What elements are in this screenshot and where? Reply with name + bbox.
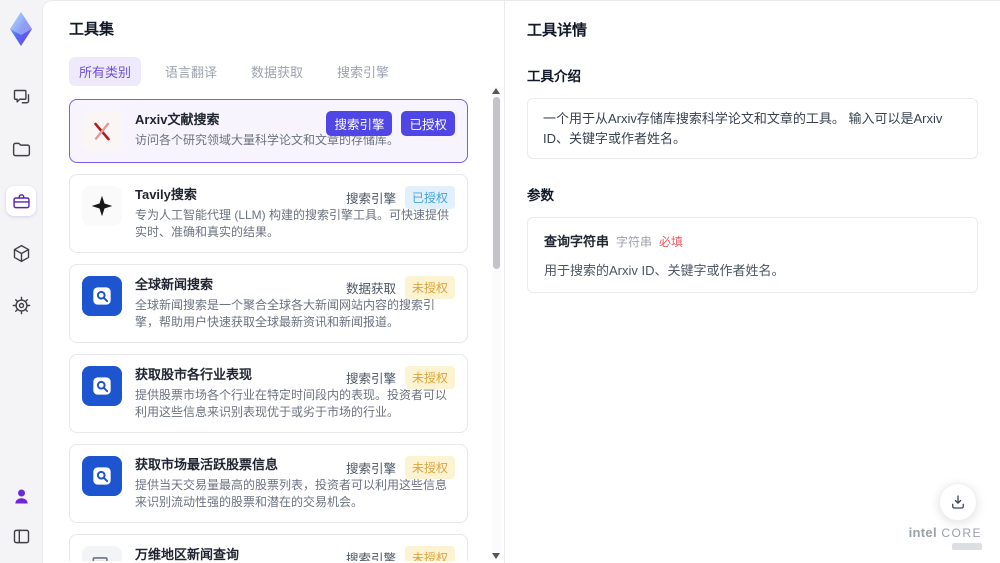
tool-description: 提供当天交易量最高的股票列表，投资者可以利用这些信息来识别流动性强的股票和潜在的… — [135, 478, 448, 510]
tool-card-5[interactable]: 万维地区新闻查询 查询具体行政区划内的新闻，快速了解各地新闻动 搜索引擎 未授权 — [69, 534, 468, 561]
param-type: 字符串 — [616, 235, 653, 249]
folder-icon[interactable] — [6, 134, 36, 164]
tool-icon — [82, 456, 122, 497]
scrollbar[interactable] — [492, 87, 501, 560]
scroll-up-icon[interactable] — [492, 88, 500, 94]
briefcase-icon[interactable] — [6, 186, 36, 216]
tool-category-badge: 搜索引擎 — [345, 372, 396, 387]
intro-heading: 工具介绍 — [527, 69, 581, 84]
tool-status-badge: 已授权 — [404, 186, 455, 209]
tab-0[interactable]: 所有类别 — [69, 57, 142, 86]
tool-description: 提供股票市场各个行业在特定时间段内的表现。投资者可以利用这些信息来识别表现优于或… — [135, 388, 448, 420]
app-logo-gem-icon — [10, 12, 32, 46]
arxiv-icon — [94, 122, 110, 141]
scrollbar-thumb[interactable] — [493, 97, 500, 269]
tool-category-badge: 搜索引擎 — [326, 111, 393, 136]
tool-card-2[interactable]: 全球新闻搜索 全球新闻搜索是一个聚合全球各大新闻网站内容的搜索引擎，帮助用户快速… — [69, 264, 468, 344]
brand-sub-badge — [952, 543, 982, 550]
param-description: 用于搜索的Arxiv ID、关键字或作者姓名。 — [544, 263, 785, 278]
tool-description: 专为人工智能代理 (LLM) 构建的搜索引擎工具。可快速提供实时、准确和真实的结… — [135, 208, 450, 240]
tool-category-badge: 搜索引擎 — [345, 552, 396, 561]
star-icon — [91, 195, 113, 217]
tool-category-badge: 搜索引擎 — [345, 462, 396, 477]
newspaper-icon — [92, 557, 108, 561]
tool-icon — [82, 546, 122, 561]
tool-card-4[interactable]: 获取市场最活跃股票信息 提供当天交易量最高的股票列表，投资者可以利用这些信息来识… — [69, 444, 468, 524]
param-required-badge: 必填 — [659, 235, 684, 249]
download-button[interactable] — [939, 483, 977, 521]
tab-3[interactable]: 搜索引擎 — [327, 57, 399, 86]
tool-status-badge: 未授权 — [404, 276, 455, 300]
tool-status-badge: 未授权 — [404, 546, 455, 561]
tool-icon — [82, 186, 122, 226]
chat-icon[interactable] — [6, 82, 36, 112]
search-app-icon — [93, 377, 111, 395]
tool-intro-text: 一个用于从Arxiv存储库搜索科学论文和文章的工具。 输入可以是Arxiv ID… — [527, 98, 978, 159]
brand-intel: intel — [908, 525, 937, 540]
tool-icon — [82, 366, 122, 407]
tool-status-badge: 未授权 — [404, 456, 455, 480]
user-icon[interactable] — [6, 481, 36, 511]
intel-core-logo: intel CORE — [909, 524, 982, 550]
tool-status-badge: 已授权 — [401, 111, 455, 136]
tool-icon — [82, 276, 122, 317]
search-app-icon — [93, 287, 111, 305]
tab-bar: 所有类别 语言翻译 数据获取 搜索引擎 — [69, 57, 480, 86]
settings-icon[interactable] — [6, 290, 36, 320]
params-heading: 参数 — [527, 188, 554, 203]
tool-status-badge: 未授权 — [404, 366, 455, 390]
scroll-down-icon[interactable] — [492, 553, 500, 559]
brand-core: CORE — [941, 526, 982, 540]
param-item: 查询字符串 字符串 必填 用于搜索的Arxiv ID、关键字或作者姓名。 — [527, 217, 978, 293]
tool-list-panel: 工具集 所有类别 语言翻译 数据获取 搜索引擎 Arxiv文献搜索 访问各个研究领域大… — [43, 1, 504, 563]
panel-icon[interactable] — [6, 521, 36, 551]
tool-list: Arxiv文献搜索 访问各个研究领域大量科学论文和文章的存储库。 搜索引擎 已授… — [69, 99, 480, 561]
icon-rail — [0, 0, 42, 563]
tool-category-badge: 搜索引擎 — [345, 192, 396, 206]
tool-description: 全球新闻搜索是一个聚合全球各大新闻网站内容的搜索引擎，帮助用户快速获取全球最新资… — [135, 298, 436, 330]
search-app-icon — [93, 467, 111, 485]
content-shell: 工具集 所有类别 语言翻译 数据获取 搜索引擎 Arxiv文献搜索 访问各个研究领域大… — [42, 0, 1000, 563]
tool-icon — [82, 111, 122, 151]
tool-card-0[interactable]: Arxiv文献搜索 访问各个研究领域大量科学论文和文章的存储库。 搜索引擎 已授… — [69, 99, 468, 163]
param-name: 查询字符串 — [544, 234, 610, 249]
download-icon — [952, 495, 964, 509]
tool-category-badge: 数据获取 — [345, 282, 396, 297]
tool-detail-panel: 工具详情 工具介绍 一个用于从Arxiv存储库搜索科学论文和文章的工具。 输入可… — [504, 1, 1000, 563]
detail-title: 工具详情 — [527, 22, 588, 39]
tab-1[interactable]: 语言翻译 — [155, 57, 227, 86]
tab-2[interactable]: 数据获取 — [241, 57, 313, 86]
page-title: 工具集 — [69, 21, 115, 38]
package-icon[interactable] — [6, 238, 36, 268]
tool-card-3[interactable]: 获取股市各行业表现 提供股票市场各个行业在特定时间段内的表现。投资者可以利用这些… — [69, 354, 468, 434]
tool-card-1[interactable]: Tavily搜索 专为人工智能代理 (LLM) 构建的搜索引擎工具。可快速提供实… — [69, 174, 468, 254]
